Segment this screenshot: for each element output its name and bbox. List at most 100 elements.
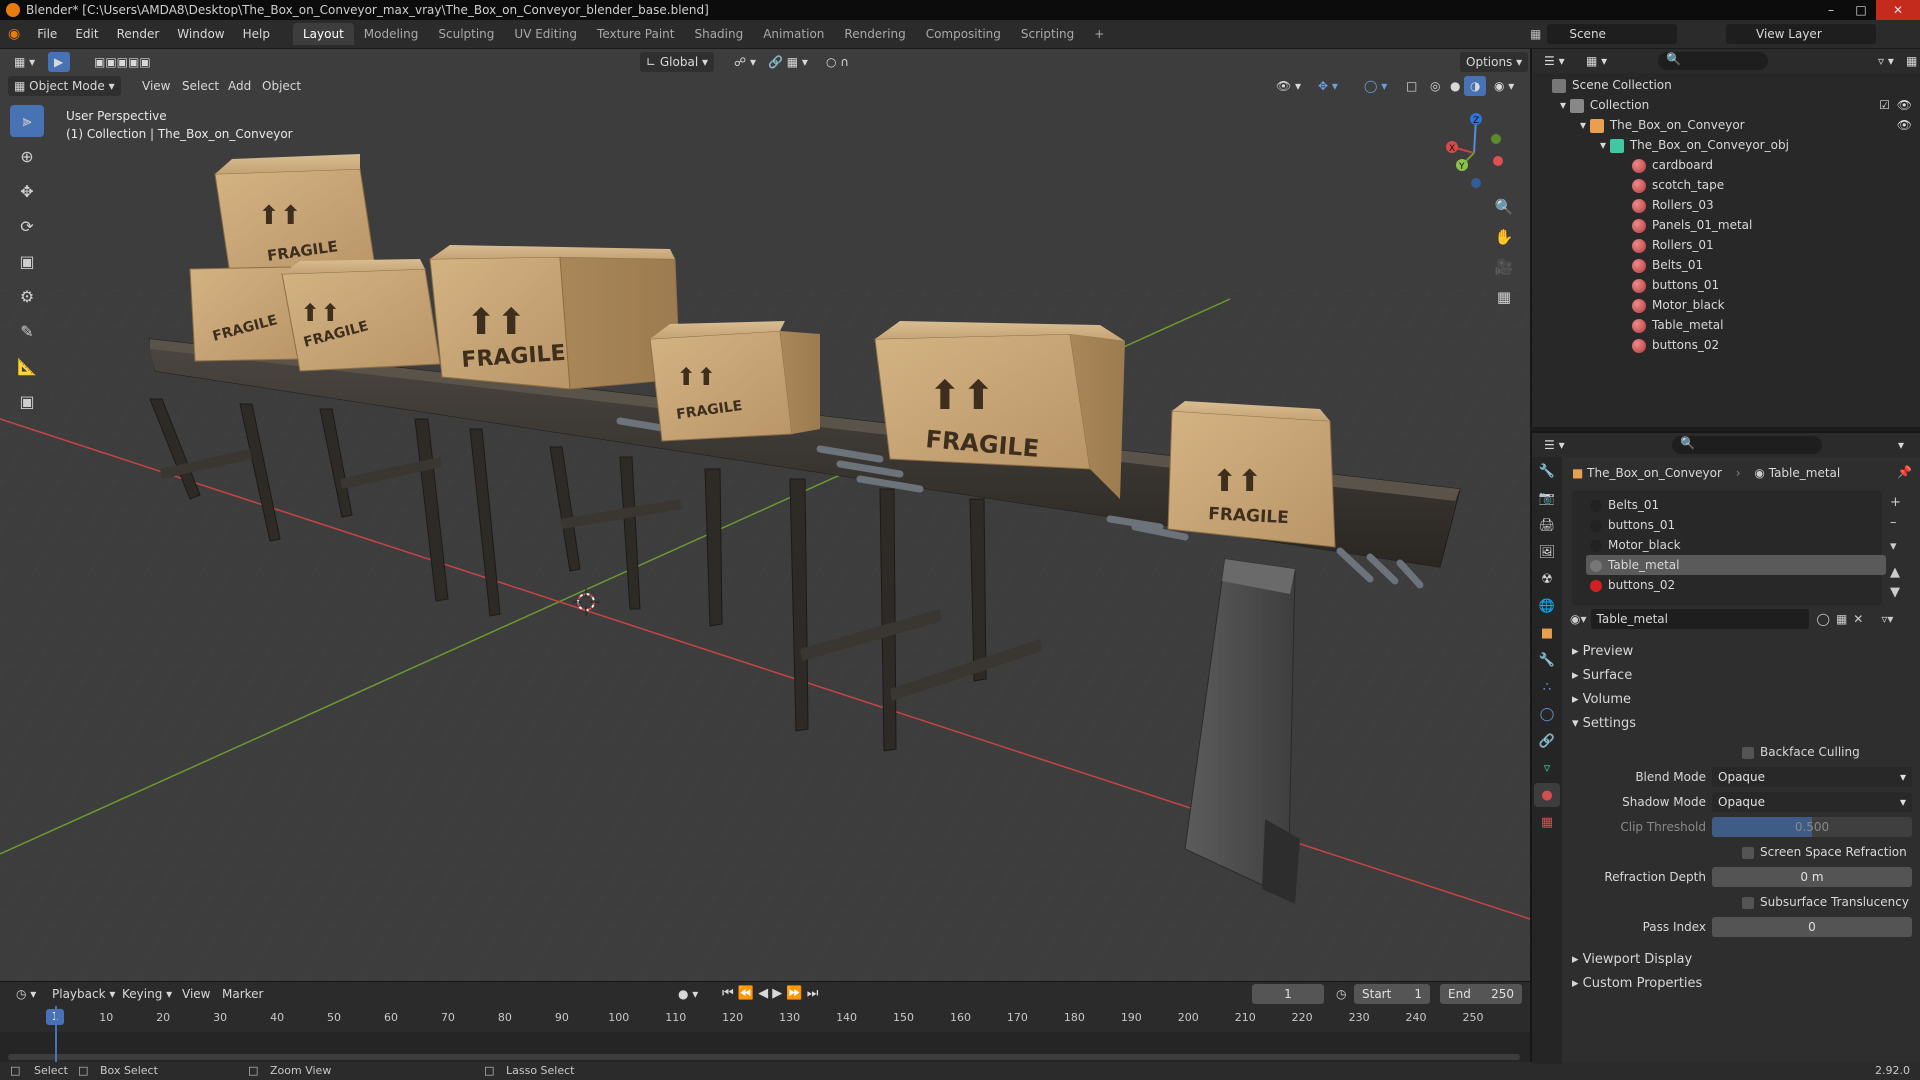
shading-rendered-icon[interactable]: ◉ ▾	[1488, 76, 1520, 96]
close-button[interactable]: ✕	[1876, 0, 1920, 20]
outliner-material-item[interactable]: Motor_black	[1532, 295, 1920, 315]
gizmo-toggle-icon[interactable]: ✥ ▾	[1312, 76, 1344, 96]
move-slot-up-icon[interactable]: ▲	[1890, 563, 1901, 583]
playhead-line[interactable]	[55, 1006, 57, 1062]
tab-shading[interactable]: Shading	[684, 23, 753, 45]
options-dropdown[interactable]: Options ▾	[1460, 52, 1529, 72]
physics-tab-icon[interactable]: ◯	[1534, 702, 1560, 726]
tab-modeling[interactable]: Modeling	[354, 23, 429, 45]
navigation-gizmo[interactable]: Z X Y	[1436, 111, 1516, 191]
proportional-edit-icon[interactable]: ○ ∩	[820, 52, 855, 72]
tab-rendering[interactable]: Rendering	[834, 23, 915, 45]
section-viewport-display[interactable]: ▸ Viewport Display	[1572, 949, 1692, 971]
tab-animation[interactable]: Animation	[753, 23, 834, 45]
fake-user-icon[interactable]: ◯	[1817, 612, 1830, 626]
minimize-button[interactable]: –	[1816, 0, 1846, 20]
menu-render[interactable]: Render	[108, 20, 169, 49]
tab-texture-paint[interactable]: Texture Paint	[587, 23, 684, 45]
tab-compositing[interactable]: Compositing	[916, 23, 1011, 45]
frame-ruler[interactable]: 1102030405060708090100110120130140150160…	[0, 1006, 1530, 1032]
timeline-editor-type-icon[interactable]: ◷ ▾	[10, 984, 42, 1004]
camera-view-icon[interactable]: 🎥	[1492, 255, 1516, 279]
particles-tab-icon[interactable]: ∴	[1534, 675, 1560, 699]
playback-controls[interactable]: ⏮ ⏪ ◀ ▶ ⏩ ⏭	[716, 984, 824, 1004]
menu-window[interactable]: Window	[168, 20, 233, 49]
move-slot-down-icon[interactable]: ▼	[1890, 583, 1901, 603]
menu-marker[interactable]: Marker	[216, 984, 269, 1004]
outliner-material-item[interactable]: Rollers_01	[1532, 235, 1920, 255]
properties-editor-type-icon[interactable]: ☰ ▾	[1538, 435, 1571, 455]
annotate-tool-icon[interactable]: ✎	[10, 315, 44, 347]
outliner-material-item[interactable]: cardboard	[1532, 155, 1920, 175]
shading-material-icon[interactable]: ◑	[1464, 76, 1487, 96]
outliner-editor-type-icon[interactable]: ☰ ▾	[1538, 51, 1571, 71]
rotate-tool-icon[interactable]: ⟳	[10, 210, 44, 242]
ortho-toggle-icon[interactable]: ▦	[1492, 285, 1516, 309]
properties-options-icon[interactable]: ▾	[1892, 435, 1910, 455]
outliner-material-item[interactable]: Belts_01	[1532, 255, 1920, 275]
menu-view[interactable]: View	[136, 76, 176, 96]
selection-modes-icon[interactable]: ▣▣▣▣▣	[88, 52, 157, 72]
ssr-checkbox[interactable]: Screen Space Refraction	[1742, 842, 1907, 862]
record-button[interactable]: ● ▾	[672, 984, 704, 1004]
blend-mode-dropdown[interactable]: Opaque ▾	[1712, 767, 1912, 787]
xray-icon[interactable]: □	[1400, 76, 1423, 96]
menu-timeline-view[interactable]: View	[176, 984, 216, 1004]
slot-specials-icon[interactable]: ▾	[1890, 537, 1901, 557]
menu-help[interactable]: Help	[234, 20, 279, 49]
current-frame-field[interactable]: 1	[1252, 984, 1324, 1004]
unlink-material-icon[interactable]: ✕	[1853, 612, 1863, 626]
pivot-icon[interactable]: ☍ ▾	[728, 52, 762, 72]
outliner-scene-collection[interactable]: Scene Collection	[1532, 75, 1920, 95]
editor-type-icon[interactable]: ▦ ▾	[8, 52, 41, 72]
outliner-material-item[interactable]: buttons_01	[1532, 275, 1920, 295]
select-mode-icon[interactable]: ▶	[48, 52, 70, 72]
data-tab-icon[interactable]: ▿	[1534, 756, 1560, 780]
refraction-depth-field[interactable]: 0 m	[1712, 867, 1912, 887]
section-surface[interactable]: ▸ Surface	[1572, 665, 1632, 687]
mode-dropdown[interactable]: ▦ Object Mode ▾	[8, 76, 121, 96]
tool-tab-icon[interactable]: 🔧	[1534, 459, 1560, 483]
visibility-icon[interactable]: 👁 ▾	[1270, 76, 1307, 96]
add-slot-button[interactable]: +	[1890, 493, 1901, 513]
transform-tool-icon[interactable]: ⚙	[10, 280, 44, 312]
timeline-track-area[interactable]	[0, 1006, 1530, 1062]
tab-uv-editing[interactable]: UV Editing	[504, 23, 587, 45]
link-type-icon[interactable]: ▿▾	[1881, 612, 1893, 626]
add-cube-tool-icon[interactable]: ▣	[10, 385, 44, 417]
outliner-material-item[interactable]: buttons_02	[1532, 335, 1920, 355]
subsurface-checkbox[interactable]: Subsurface Translucency	[1742, 892, 1909, 912]
scene-tab-icon[interactable]: ☢	[1534, 567, 1560, 591]
object-tab-icon[interactable]: ■	[1534, 621, 1560, 645]
display-mode-icon[interactable]: ▦ ▾	[1580, 51, 1613, 71]
snap-icon[interactable]: 🔗 ▦ ▾	[762, 52, 814, 72]
outliner-mesh[interactable]: ▾ The_Box_on_Conveyor_obj	[1532, 135, 1920, 155]
render-tab-icon[interactable]: 📷	[1534, 486, 1560, 510]
timeline-scrollbar[interactable]	[8, 1054, 1520, 1060]
menu-keying[interactable]: Keying ▾	[116, 984, 178, 1004]
cursor-tool-icon[interactable]: ⊕	[10, 140, 44, 172]
end-frame-field[interactable]: End 250	[1440, 984, 1522, 1004]
menu-add[interactable]: Add	[222, 76, 257, 96]
outliner-material-item[interactable]: Panels_01_metal	[1532, 215, 1920, 235]
tab-sculpting[interactable]: Sculpting	[428, 23, 504, 45]
new-collection-icon[interactable]: ▦	[1900, 51, 1920, 71]
add-workspace-button[interactable]: +	[1084, 23, 1114, 45]
material-slot[interactable]: Belts_01	[1586, 495, 1886, 515]
section-custom-properties[interactable]: ▸ Custom Properties	[1572, 973, 1702, 995]
blender-menu-icon[interactable]: ◉	[8, 26, 20, 42]
material-slot[interactable]: buttons_01	[1586, 515, 1886, 535]
zoom-icon[interactable]: 🔍	[1492, 195, 1516, 219]
clip-threshold-slider[interactable]: 0.500	[1712, 817, 1912, 837]
pass-index-field[interactable]: 0	[1712, 917, 1912, 937]
constraints-tab-icon[interactable]: 🔗	[1534, 729, 1560, 753]
move-tool-icon[interactable]: ✥	[10, 175, 44, 207]
view-layer-tab-icon[interactable]: 🖼	[1534, 540, 1560, 564]
outliner-search-input[interactable]: 🔍	[1658, 52, 1768, 70]
overlay-toggle-icon[interactable]: ◯ ▾	[1358, 76, 1393, 96]
material-slot[interactable]: buttons_02	[1586, 575, 1886, 595]
menu-playback[interactable]: Playback ▾	[46, 984, 121, 1004]
outliner-material-item[interactable]: Table_metal	[1532, 315, 1920, 335]
menu-select[interactable]: Select	[176, 76, 225, 96]
outliner-object[interactable]: ▾ The_Box_on_Conveyor 👁	[1532, 115, 1920, 135]
